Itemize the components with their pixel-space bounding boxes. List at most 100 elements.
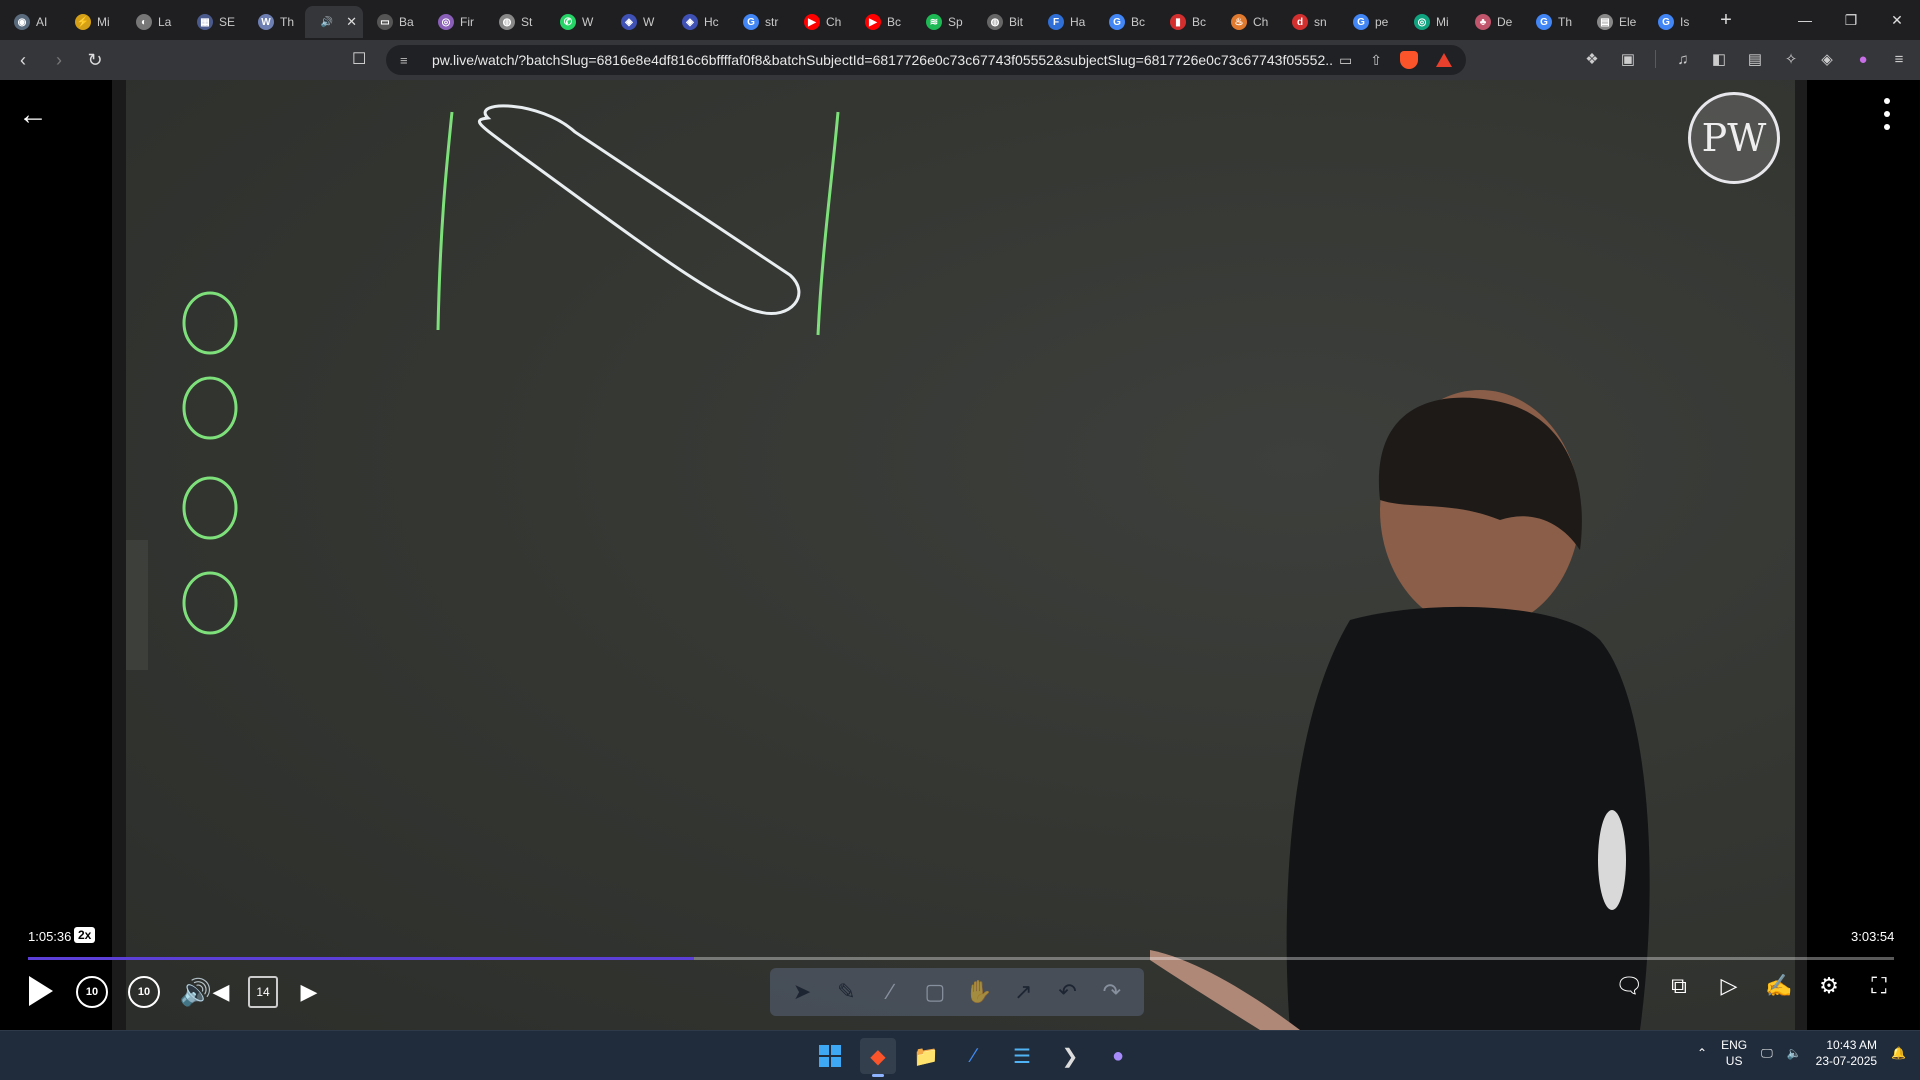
play-button[interactable] bbox=[26, 976, 56, 1006]
browser-tab[interactable]: ⚡ Mi bbox=[61, 6, 122, 38]
browser-tab[interactable]: ◈ Hc bbox=[668, 6, 729, 38]
restore-button[interactable]: ❐ bbox=[1828, 0, 1874, 40]
terminal-icon[interactable]: ❯ bbox=[1052, 1038, 1088, 1074]
show-hidden-icons-icon[interactable]: ⌃ bbox=[1697, 1046, 1707, 1060]
browser-tab[interactable]: G Bc bbox=[1095, 6, 1156, 38]
highlighter-tool-icon[interactable]: ∕ bbox=[874, 979, 908, 1005]
notepad-icon[interactable]: ☰ bbox=[1004, 1038, 1040, 1074]
vpn-icon[interactable]: ◈ bbox=[1818, 50, 1836, 68]
browser-tab[interactable]: ▶ Ch bbox=[790, 6, 851, 38]
fullscreen-icon[interactable]: ⛶ bbox=[1864, 973, 1894, 999]
brave-shields-icon[interactable] bbox=[1400, 51, 1418, 69]
new-tab-button[interactable]: + bbox=[1711, 9, 1741, 32]
browser-tab[interactable]: ▮ Bc bbox=[1156, 6, 1217, 38]
notes-icon[interactable]: ✍ bbox=[1764, 973, 1794, 999]
leo-ai-icon[interactable]: ✧ bbox=[1782, 50, 1800, 68]
browser-tab[interactable]: G Th bbox=[1522, 6, 1583, 38]
windows-logo-icon bbox=[819, 1045, 841, 1067]
tab-label: AI bbox=[36, 15, 48, 29]
browser-tab[interactable]: ◎ Fir bbox=[424, 6, 485, 38]
browser-tab[interactable]: ◈ W bbox=[607, 6, 668, 38]
menu-icon[interactable]: ≡ bbox=[1890, 51, 1908, 68]
language-indicator[interactable]: ENG US bbox=[1721, 1037, 1747, 1069]
tab-favicon-icon: ▶ bbox=[865, 14, 881, 30]
page-thumbnail-icon[interactable]: 14 bbox=[248, 976, 278, 1008]
tab-active[interactable]: 🔊 ✕ bbox=[305, 6, 363, 38]
tab-label: Bc bbox=[887, 15, 902, 29]
extensions-icon[interactable]: ❖ bbox=[1583, 50, 1601, 68]
tab-label: Mi bbox=[1436, 15, 1449, 29]
settings-gear-icon[interactable]: ⚙ bbox=[1814, 973, 1844, 999]
chat-icon[interactable]: 🗨 bbox=[1614, 973, 1644, 999]
sidebar-icon[interactable]: ◧ bbox=[1710, 50, 1728, 68]
laser-tool-icon[interactable]: ↗ bbox=[1006, 979, 1040, 1005]
browser-tab[interactable]: ♨ Ch bbox=[1217, 6, 1278, 38]
cast-icon[interactable]: ▭ bbox=[1339, 52, 1352, 69]
wallet-icon[interactable]: ▤ bbox=[1746, 50, 1764, 68]
browser-tab[interactable]: ◍ Bit bbox=[973, 6, 1034, 38]
brave-browser-icon[interactable]: ◆ bbox=[860, 1038, 896, 1077]
brave-rewards-icon[interactable] bbox=[1436, 53, 1452, 67]
profile-icon[interactable]: ● bbox=[1854, 51, 1872, 68]
browser-tab[interactable]: ♣ De bbox=[1461, 6, 1522, 38]
pointer-tool-icon[interactable]: ➤ bbox=[785, 979, 819, 1005]
browser-tab[interactable]: ▶ Bc bbox=[851, 6, 912, 38]
network-icon[interactable]: 🖵 bbox=[1761, 1046, 1773, 1061]
browser-tab[interactable]: ✆ W bbox=[546, 6, 607, 38]
github-icon[interactable]: ● bbox=[1100, 1038, 1136, 1074]
rewind-10-button[interactable]: 10 bbox=[76, 976, 108, 1008]
browser-tab[interactable]: ◐ La bbox=[122, 6, 183, 38]
redo-icon[interactable]: ↷ bbox=[1095, 979, 1129, 1005]
previous-page-icon[interactable]: ◀ bbox=[210, 976, 232, 1008]
site-settings-icon[interactable]: ≡ bbox=[400, 53, 424, 68]
volume-tray-icon[interactable]: 🔈 bbox=[1787, 1046, 1802, 1060]
browser-tab[interactable]: d sn bbox=[1278, 6, 1339, 38]
taskbar-apps: ◆ 📁 ∕ ☰ ❯ ● bbox=[812, 1038, 1136, 1077]
browser-tab[interactable]: ≋ Sp bbox=[912, 6, 973, 38]
close-window-button[interactable]: ✕ bbox=[1874, 0, 1920, 40]
translate-icon[interactable]: ⧉ bbox=[1664, 973, 1694, 999]
picture-in-picture-icon[interactable]: ▷ bbox=[1714, 973, 1744, 999]
hand-tool-icon[interactable]: ✋ bbox=[962, 979, 996, 1005]
browser-tab[interactable]: ▦ SE bbox=[183, 6, 244, 38]
forward-button[interactable]: › bbox=[46, 47, 72, 73]
browser-tab[interactable]: G Is bbox=[1644, 6, 1705, 38]
reload-button[interactable]: ↻ bbox=[82, 47, 108, 73]
tab-label: SE bbox=[219, 15, 236, 29]
address-bar[interactable]: ≡ pw.live/watch/?batchSlug=6816e8e4df816… bbox=[386, 45, 1466, 75]
url-text[interactable]: pw.live/watch/?batchSlug=6816e8e4df816c6… bbox=[432, 52, 1332, 68]
notifications-icon[interactable]: 🔔 bbox=[1891, 1046, 1906, 1060]
browser-tab[interactable]: ▤ Ele bbox=[1583, 6, 1644, 38]
browser-tab[interactable]: ◉ AI bbox=[0, 6, 61, 38]
share-icon[interactable]: ⇧ bbox=[1370, 52, 1382, 69]
undo-icon[interactable]: ↶ bbox=[1051, 979, 1085, 1005]
screenshot-icon[interactable]: ▣ bbox=[1619, 50, 1637, 68]
browser-tab[interactable]: Gpe bbox=[1339, 6, 1400, 38]
bookmark-icon[interactable]: ☐ bbox=[352, 49, 366, 69]
forward-10-button[interactable]: 10 bbox=[128, 976, 160, 1008]
browser-tab[interactable]: ◎ Mi bbox=[1400, 6, 1461, 38]
eraser-tool-icon[interactable]: ▢ bbox=[918, 979, 952, 1005]
file-explorer-icon[interactable]: 📁 bbox=[908, 1038, 944, 1074]
minimize-button[interactable]: — bbox=[1782, 0, 1828, 40]
progress-bar[interactable] bbox=[28, 957, 1894, 960]
back-button[interactable]: ‹ bbox=[10, 47, 36, 73]
browser-tab[interactable]: W Th bbox=[244, 6, 305, 38]
back-arrow-icon[interactable]: ← bbox=[18, 98, 50, 131]
playback-speed-badge[interactable]: 2x bbox=[74, 927, 96, 943]
browser-tab[interactable]: ◍ St bbox=[485, 6, 546, 38]
pen-tool-icon[interactable]: ✎ bbox=[829, 979, 863, 1005]
video-player[interactable]: Q. |A| = 0 1 2 0 -1 0 4 0 -2 -4 0 6 0 0 -6 0 = ? 4×4 a 0 b 16 c 3… bbox=[0, 80, 1920, 1030]
start-button[interactable] bbox=[812, 1038, 848, 1074]
next-page-icon[interactable]: ▶ bbox=[298, 976, 320, 1008]
clock[interactable]: 10:43 AM 23-07-2025 bbox=[1816, 1037, 1877, 1069]
tab-favicon-icon: G bbox=[1353, 14, 1369, 30]
close-tab-icon[interactable]: ✕ bbox=[346, 14, 357, 30]
media-icon[interactable]: ♫ bbox=[1674, 51, 1692, 68]
more-options-icon[interactable] bbox=[1880, 98, 1894, 130]
tab-favicon-icon: ◈ bbox=[682, 14, 698, 30]
browser-tab[interactable]: F Ha bbox=[1034, 6, 1095, 38]
browser-tab[interactable]: ▭ Ba bbox=[363, 6, 424, 38]
browser-tab[interactable]: Gstr bbox=[729, 6, 790, 38]
pen-app-icon[interactable]: ∕ bbox=[956, 1038, 992, 1074]
